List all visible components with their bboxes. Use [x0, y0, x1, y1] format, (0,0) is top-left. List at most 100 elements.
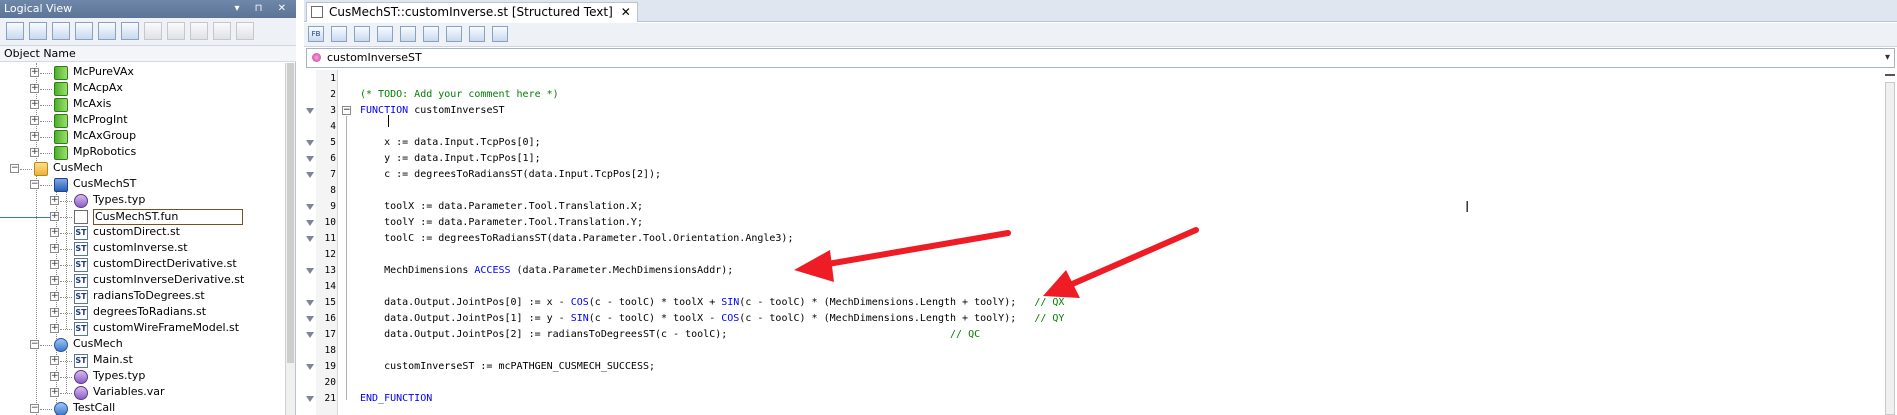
expand-toggle[interactable]: + [50, 244, 59, 253]
breakpoint-marker-icon[interactable] [306, 108, 314, 114]
expand-toggle[interactable]: + [50, 260, 59, 269]
tree-scrollbar-thumb[interactable] [287, 63, 294, 363]
expand-toggle[interactable]: + [50, 292, 59, 301]
tree-scrollbar[interactable] [285, 63, 295, 415]
expand-toggle[interactable]: + [30, 132, 39, 141]
table-icon[interactable] [29, 22, 47, 40]
tree-item-label[interactable]: CusMechST [73, 177, 136, 190]
breakpoint-marker-icon[interactable] [306, 316, 314, 322]
code-line[interactable]: END_FUNCTION [360, 391, 432, 407]
fold-toggle[interactable]: − [342, 106, 351, 115]
expand-toggle[interactable]: + [50, 388, 59, 397]
editor-scrollbar-thumb[interactable] [1885, 82, 1895, 415]
tree-item-label[interactable]: CusMech [53, 161, 103, 174]
chevron-down-icon[interactable]: ▾ [1885, 49, 1890, 67]
tree-item-label[interactable]: Main.st [93, 353, 133, 366]
breakpoint-marker-icon[interactable] [306, 220, 314, 226]
tree-item-label[interactable]: McProgInt [73, 113, 128, 126]
expand-toggle[interactable]: + [30, 100, 39, 109]
code-line[interactable]: MechDimensions ACCESS (data.Parameter.Me… [360, 263, 733, 279]
expand-toggle[interactable]: − [10, 164, 19, 173]
expand-toggle[interactable]: + [50, 228, 59, 237]
wrench-icon[interactable] [190, 22, 208, 40]
abc-icon[interactable] [354, 26, 370, 42]
breakpoint-marker-icon[interactable] [306, 396, 314, 402]
tree-item-label[interactable]: customWireFrameModel.st [93, 321, 239, 334]
code-line[interactable]: toolC := degreesToRadiansST(data.Paramet… [360, 231, 793, 247]
tree-item-label[interactable]: MpRobotics [73, 145, 136, 158]
editor-scrollbar[interactable] [1883, 70, 1897, 415]
expand-toggle[interactable]: − [30, 180, 39, 189]
list-outdent-icon[interactable] [469, 26, 485, 42]
tree-item-label[interactable]: radiansToDegrees.st [93, 289, 205, 302]
code-line[interactable]: toolX := data.Parameter.Tool.Translation… [360, 199, 643, 215]
tree-item-label[interactable]: degreesToRadians.st [93, 305, 206, 318]
expand-toggle[interactable]: + [30, 68, 39, 77]
expand-toggle[interactable]: + [50, 308, 59, 317]
breakpoint-marker-icon[interactable] [306, 332, 314, 338]
tools-icon[interactable] [213, 22, 231, 40]
tree-item-label[interactable]: customDirectDerivative.st [93, 257, 237, 270]
code-line[interactable]: data.Output.JointPos[2] := radiansToDegr… [360, 327, 980, 343]
tree-item-label[interactable]: customDirect.st [93, 225, 180, 238]
pencil-icon[interactable] [331, 26, 347, 42]
outdent-icon[interactable] [423, 26, 439, 42]
code-text[interactable]: (* TODO: Add your comment here *) FUNCTIO… [360, 70, 1840, 415]
scrollbar-splitter[interactable] [1885, 74, 1895, 76]
tag-icon[interactable] [167, 22, 185, 40]
panel-controls[interactable]: ▾ ⊓ ✕ [234, 0, 292, 18]
pou-selector[interactable]: customInverseST ▾ [306, 48, 1895, 68]
help-book-icon[interactable] [75, 22, 93, 40]
code-line[interactable]: x := data.Input.TcpPos[0]; [360, 135, 541, 151]
tree-item-label[interactable]: McAxis [73, 97, 111, 110]
fb-icon[interactable]: FB [308, 26, 324, 42]
code-line[interactable]: (* TODO: Add your comment here *) [360, 87, 559, 103]
indent-icon[interactable] [400, 26, 416, 42]
list-indent-icon[interactable] [446, 26, 462, 42]
tree-item-label[interactable]: CusMechST.fun [93, 209, 243, 225]
expand-toggle[interactable]: + [50, 372, 59, 381]
code-line[interactable]: FUNCTION customInverseST [360, 103, 505, 119]
expand-toggle[interactable]: − [30, 404, 39, 413]
tree-item-label[interactable]: Types.typ [93, 193, 145, 206]
breakpoint-marker-icon[interactable] [306, 364, 314, 370]
breakpoint-marker-icon[interactable] [306, 204, 314, 210]
code-line[interactable]: y := data.Input.TcpPos[1]; [360, 151, 541, 167]
expand-toggle[interactable]: + [30, 84, 39, 93]
tree-item-label[interactable]: customInverse.st [93, 241, 188, 254]
close-icon[interactable]: ✕ [621, 3, 631, 21]
window-icon[interactable] [52, 22, 70, 40]
expand-toggle[interactable]: + [50, 212, 59, 221]
breakpoint-marker-icon[interactable] [306, 268, 314, 274]
code-line[interactable]: toolY := data.Parameter.Tool.Translation… [360, 215, 643, 231]
breakpoint-marker-icon[interactable] [306, 300, 314, 306]
tree-item-label[interactable]: McAcpAx [73, 81, 123, 94]
code-line[interactable]: data.Output.JointPos[0] := x - COS(c - t… [360, 295, 1064, 311]
breakpoint-marker-icon[interactable] [306, 140, 314, 146]
code-area[interactable]: 1 2 3 4 5 6 7 8 9 10 11 12 13 14 15 16 17 18 19 20 21 − (* T… [304, 70, 1897, 415]
cog-icon[interactable] [144, 22, 162, 40]
tree-item-label[interactable]: customInverseDerivative.st [93, 273, 244, 286]
hammer-icon[interactable] [236, 22, 254, 40]
expand-toggle[interactable]: + [30, 148, 39, 157]
code-line[interactable]: c := degreesToRadiansST(data.Input.TcpPo… [360, 167, 661, 183]
breakpoint-marker-icon[interactable] [306, 236, 314, 242]
tree-item-label[interactable]: Types.typ [93, 369, 145, 382]
breakpoint-marker-icon[interactable] [306, 172, 314, 178]
code-line[interactable]: data.Output.JointPos[1] := y - SIN(c - t… [360, 311, 1064, 327]
object-name-column-header[interactable]: Object Name [0, 46, 296, 62]
expand-toggle[interactable]: + [50, 324, 59, 333]
tree-item-label[interactable]: McPureVAx [73, 65, 134, 78]
expand-toggle[interactable]: + [30, 116, 39, 125]
comment-icon[interactable] [492, 26, 508, 42]
project-icon[interactable] [6, 22, 24, 40]
expand-toggle[interactable]: + [50, 356, 59, 365]
tree-item-label[interactable]: McAxGroup [73, 129, 136, 142]
expand-toggle[interactable]: − [30, 340, 39, 349]
st-icon[interactable] [377, 26, 393, 42]
breakpoint-marker-icon[interactable] [306, 156, 314, 162]
code-line[interactable]: customInverseST := mcPATHGEN_CUSMECH_SUC… [360, 359, 655, 375]
settings-icon[interactable] [121, 22, 139, 40]
tree-item-label[interactable]: Variables.var [93, 385, 165, 398]
expand-toggle[interactable]: + [50, 196, 59, 205]
